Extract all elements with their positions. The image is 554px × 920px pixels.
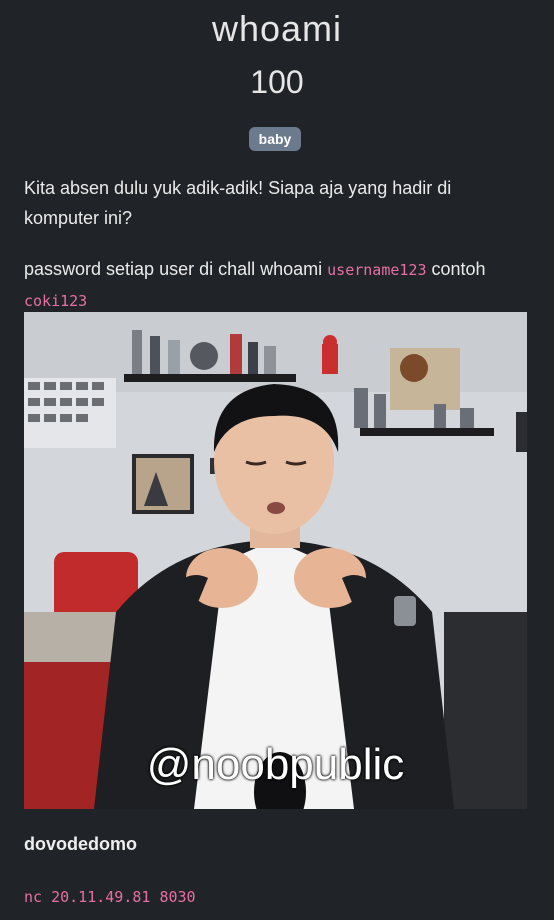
password-format-code: username123	[327, 261, 427, 279]
password-hint-text: password setiap user di chall whoami	[24, 259, 328, 279]
challenge-page: whoami 100 baby Kita absen dulu yuk adik…	[0, 0, 554, 920]
challenge-points: 100	[250, 64, 304, 100]
challenge-title: whoami	[211, 8, 343, 49]
description-paragraph: Kita absen dulu yuk adik-adik! Siapa aja…	[24, 178, 452, 228]
password-hint-paragraph: password setiap user di chall whoami use…	[24, 254, 530, 316]
tag-badge: baby	[249, 127, 301, 151]
example-label: contoh	[426, 259, 486, 279]
image-watermark: @noobpublic	[146, 740, 405, 789]
challenge-image: @noobpublic	[24, 312, 527, 809]
connection-info: nc 20.11.49.81 8030	[24, 888, 196, 906]
meme-illustration	[24, 312, 527, 809]
challenge-author: dovodedomo	[24, 834, 137, 854]
password-example-code: coki123	[24, 292, 88, 310]
